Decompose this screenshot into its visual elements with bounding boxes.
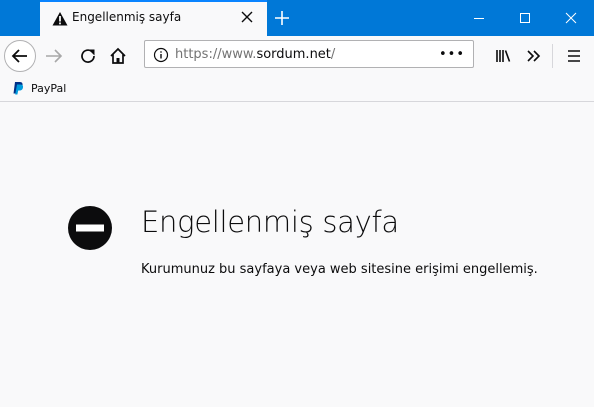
app-menu-button[interactable] — [558, 40, 590, 72]
overflow-menu-button[interactable] — [518, 40, 550, 72]
nav-bar: https://www.sordum.net/ ••• — [0, 36, 594, 76]
url-scheme: https://www. — [175, 47, 257, 62]
tab-active[interactable]: Engellenmiş sayfa — [40, 0, 267, 36]
close-tab-icon[interactable] — [240, 10, 254, 24]
page-actions-button[interactable]: ••• — [439, 47, 465, 62]
error-page: Engellenmiş sayfa Kurumunuz bu sayfaya v… — [0, 102, 594, 407]
minimize-icon — [474, 18, 484, 19]
warning-icon — [52, 12, 68, 26]
paypal-icon — [13, 82, 24, 95]
forward-arrow-icon — [46, 49, 63, 63]
library-button[interactable] — [488, 40, 520, 72]
hamburger-menu-icon — [568, 50, 580, 62]
tab-title: Engellenmiş sayfa — [72, 10, 182, 24]
minimize-button[interactable] — [456, 0, 502, 36]
title-bar: Engellenmiş sayfa — [0, 0, 594, 36]
blocked-icon — [68, 206, 112, 250]
url-bar[interactable]: https://www.sordum.net/ ••• — [144, 40, 474, 68]
close-icon — [565, 12, 577, 24]
home-button[interactable] — [102, 40, 134, 72]
url-text[interactable]: https://www.sordum.net/ — [175, 47, 335, 62]
back-arrow-icon — [11, 49, 27, 63]
bookmarks-toolbar: PayPal — [0, 76, 594, 102]
chevrons-right-icon — [527, 50, 541, 62]
info-icon[interactable] — [153, 47, 169, 63]
url-host: sordum.net — [256, 47, 331, 62]
back-button[interactable] — [4, 40, 36, 72]
bookmark-paypal[interactable]: PayPal — [12, 80, 66, 96]
toolbar-divider — [552, 44, 553, 68]
reload-icon — [81, 49, 95, 63]
url-path: / — [330, 47, 336, 62]
reload-button[interactable] — [72, 40, 104, 72]
maximize-icon — [520, 13, 530, 23]
new-tab-icon[interactable] — [272, 8, 292, 28]
error-title: Engellenmiş sayfa — [141, 205, 399, 239]
close-window-button[interactable] — [548, 0, 594, 36]
error-description: Kurumunuz bu sayfaya veya web sitesine e… — [141, 262, 538, 277]
maximize-button[interactable] — [502, 0, 548, 36]
library-icon — [496, 50, 511, 62]
bookmark-label: PayPal — [31, 81, 67, 95]
forward-button[interactable] — [38, 40, 70, 72]
home-icon — [110, 47, 126, 64]
